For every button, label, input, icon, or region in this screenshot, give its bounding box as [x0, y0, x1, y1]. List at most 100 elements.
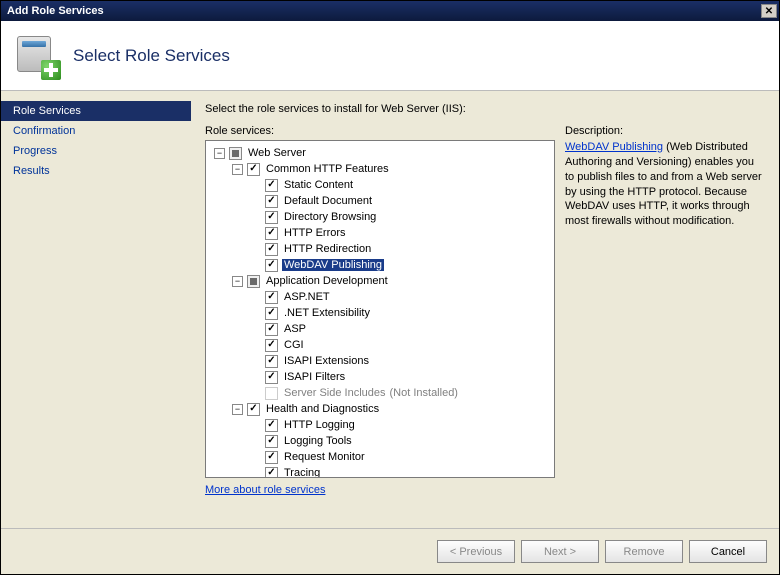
- expander-spacer: [250, 308, 261, 319]
- wizard-header: Select Role Services: [1, 21, 779, 91]
- expander-spacer: [250, 244, 261, 255]
- expander-spacer: [250, 356, 261, 367]
- close-icon: ✕: [765, 6, 773, 17]
- tree-node-label[interactable]: Request Monitor: [282, 451, 367, 463]
- wizard-steps-sidebar: Role ServicesConfirmationProgressResults: [1, 91, 191, 528]
- checkbox[interactable]: [265, 371, 278, 384]
- plus-icon: [41, 60, 61, 80]
- checkbox[interactable]: [265, 467, 278, 479]
- remove-button[interactable]: Remove: [605, 540, 683, 563]
- tree-node[interactable]: ISAPI Extensions: [208, 353, 552, 369]
- tree-node[interactable]: − Health and Diagnostics: [208, 401, 552, 417]
- expander-spacer: [250, 180, 261, 191]
- checkbox[interactable]: [247, 163, 260, 176]
- checkbox[interactable]: [265, 355, 278, 368]
- tree-node[interactable]: − Application Development: [208, 273, 552, 289]
- checkbox[interactable]: [265, 259, 278, 272]
- description-text: WebDAV Publishing (Web Distributed Autho…: [565, 140, 765, 229]
- checkbox[interactable]: [265, 243, 278, 256]
- expander-spacer: [250, 324, 261, 335]
- tree-node[interactable]: ASP: [208, 321, 552, 337]
- tree-node-label[interactable]: HTTP Errors: [282, 227, 348, 239]
- tree-node[interactable]: ASP.NET: [208, 289, 552, 305]
- expander-spacer: [250, 292, 261, 303]
- expander-spacer: [250, 436, 261, 447]
- main-panel: Select the role services to install for …: [191, 91, 779, 528]
- tree-node-label[interactable]: Web Server: [246, 147, 308, 159]
- tree-node[interactable]: CGI: [208, 337, 552, 353]
- checkbox[interactable]: [265, 211, 278, 224]
- tree-label: Role services:: [205, 125, 555, 137]
- close-button[interactable]: ✕: [761, 4, 777, 18]
- checkbox[interactable]: [265, 339, 278, 352]
- checkbox[interactable]: [265, 291, 278, 304]
- tree-node[interactable]: ISAPI Filters: [208, 369, 552, 385]
- tree-node-label[interactable]: Logging Tools: [282, 435, 354, 447]
- tree-node[interactable]: Logging Tools: [208, 433, 552, 449]
- sidebar-item-results[interactable]: Results: [1, 161, 191, 181]
- tree-node[interactable]: HTTP Errors: [208, 225, 552, 241]
- next-button[interactable]: Next >: [521, 540, 599, 563]
- collapse-icon[interactable]: −: [214, 148, 225, 159]
- checkbox[interactable]: [265, 307, 278, 320]
- tree-node[interactable]: Static Content: [208, 177, 552, 193]
- tree-node[interactable]: HTTP Redirection: [208, 241, 552, 257]
- tree-node[interactable]: Server Side Includes (Not Installed): [208, 385, 552, 401]
- more-about-link[interactable]: More about role services: [205, 484, 325, 496]
- checkbox[interactable]: [265, 451, 278, 464]
- tree-node[interactable]: HTTP Logging: [208, 417, 552, 433]
- page-title: Select Role Services: [73, 46, 230, 66]
- sidebar-item-confirmation[interactable]: Confirmation: [1, 121, 191, 141]
- wizard-footer: < Previous Next > Remove Cancel: [1, 528, 779, 574]
- tree-node-label[interactable]: ASP: [282, 323, 308, 335]
- checkbox[interactable]: [229, 147, 242, 160]
- expander-spacer: [250, 228, 261, 239]
- tree-node-label[interactable]: ISAPI Extensions: [282, 355, 371, 367]
- tree-node-label[interactable]: CGI: [282, 339, 306, 351]
- collapse-icon[interactable]: −: [232, 164, 243, 175]
- tree-node-label[interactable]: Directory Browsing: [282, 211, 378, 223]
- tree-node-label[interactable]: .NET Extensibility: [282, 307, 372, 319]
- tree-node-label[interactable]: ISAPI Filters: [282, 371, 347, 383]
- tree-node[interactable]: Default Document: [208, 193, 552, 209]
- sidebar-item-role-services[interactable]: Role Services: [1, 101, 191, 121]
- tree-node[interactable]: .NET Extensibility: [208, 305, 552, 321]
- tree-node[interactable]: − Web Server: [208, 145, 552, 161]
- checkbox[interactable]: [247, 403, 260, 416]
- role-services-tree[interactable]: −Web Server−Common HTTP FeaturesStatic C…: [205, 140, 555, 478]
- tree-node-label[interactable]: Default Document: [282, 195, 374, 207]
- checkbox[interactable]: [247, 275, 260, 288]
- checkbox: [265, 387, 278, 400]
- tree-node-label[interactable]: Common HTTP Features: [264, 163, 391, 175]
- tree-node-label[interactable]: Tracing: [282, 467, 322, 478]
- checkbox[interactable]: [265, 195, 278, 208]
- tree-node-label[interactable]: HTTP Logging: [282, 419, 357, 431]
- checkbox[interactable]: [265, 179, 278, 192]
- tree-node[interactable]: Request Monitor: [208, 449, 552, 465]
- description-link[interactable]: WebDAV Publishing: [565, 141, 663, 153]
- checkbox[interactable]: [265, 435, 278, 448]
- expander-spacer: [250, 196, 261, 207]
- tree-node-label[interactable]: HTTP Redirection: [282, 243, 373, 255]
- expander-spacer: [250, 420, 261, 431]
- tree-node[interactable]: − Common HTTP Features: [208, 161, 552, 177]
- description-label: Description:: [565, 125, 765, 137]
- tree-node[interactable]: WebDAV Publishing: [208, 257, 552, 273]
- tree-node[interactable]: Tracing: [208, 465, 552, 478]
- tree-node-label[interactable]: Application Development: [264, 275, 390, 287]
- tree-node-label[interactable]: Server Side Includes: [282, 387, 388, 399]
- collapse-icon[interactable]: −: [232, 276, 243, 287]
- tree-node-label[interactable]: WebDAV Publishing: [282, 259, 384, 271]
- cancel-button[interactable]: Cancel: [689, 540, 767, 563]
- tree-node-label[interactable]: Health and Diagnostics: [264, 403, 381, 415]
- previous-button[interactable]: < Previous: [437, 540, 515, 563]
- tree-node-label[interactable]: ASP.NET: [282, 291, 332, 303]
- tree-node-label[interactable]: Static Content: [282, 179, 355, 191]
- tree-node[interactable]: Directory Browsing: [208, 209, 552, 225]
- checkbox[interactable]: [265, 419, 278, 432]
- checkbox[interactable]: [265, 227, 278, 240]
- expander-spacer: [250, 260, 261, 271]
- checkbox[interactable]: [265, 323, 278, 336]
- collapse-icon[interactable]: −: [232, 404, 243, 415]
- sidebar-item-progress[interactable]: Progress: [1, 141, 191, 161]
